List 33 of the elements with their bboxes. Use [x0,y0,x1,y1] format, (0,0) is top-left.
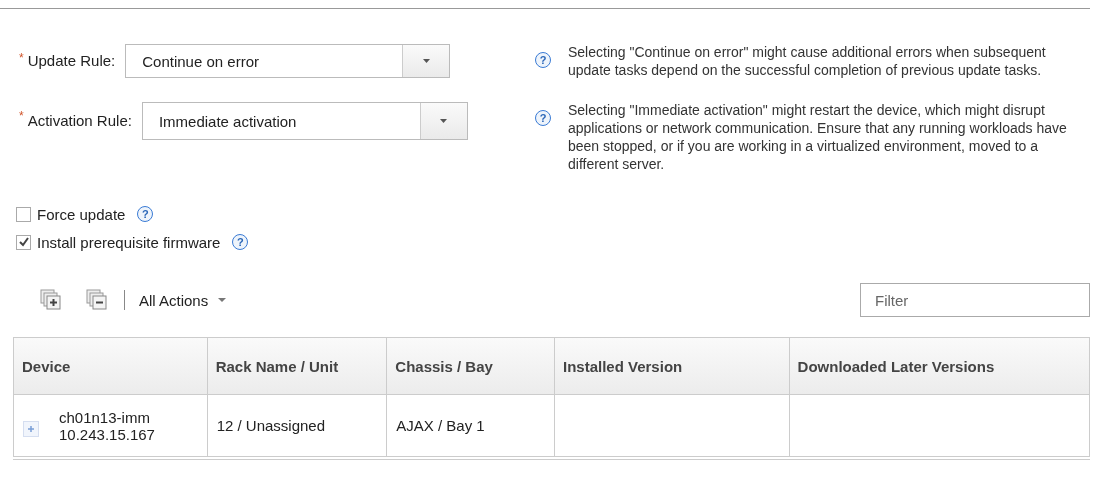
rule-dropdown[interactable]: Continue on error [125,44,451,78]
table-cell: 12 / Unassigned [216,417,326,434]
filter-field[interactable]: Filter [860,283,1090,317]
caret-icon [440,119,448,123]
required-asterisk: * [19,51,24,65]
caret-icon [422,59,430,63]
table-cell: AJAX / Bay 1 [396,417,485,434]
checkbox-label: Install prerequisite firmware [37,233,221,251]
expand-all-icon[interactable] [40,289,62,311]
checkbox-label: Force update [37,205,126,223]
column-header[interactable]: Chassis / Bay [387,338,555,394]
help-icon[interactable]: ? [535,110,551,126]
column-header[interactable]: Downloaded Later Versions [789,338,1089,394]
expand-toggle[interactable] [23,420,39,437]
column-header[interactable]: Rack Name / Unit [207,338,388,394]
collapse-all-icon[interactable] [86,289,108,311]
help-icon[interactable]: ? [232,234,249,250]
column-header[interactable]: Installed Version [555,338,790,394]
column-header[interactable]: Device [14,338,208,394]
field-label: Update Rule: [27,52,116,69]
checkbox[interactable] [16,206,31,222]
help-icon[interactable]: ? [535,52,551,68]
field-label: Activation Rule: [27,112,132,129]
help-text: Selecting "Immediate activation" might restart the device, which might disrupt applications or network communication. Ensure that any running workloads have been stopped, or if you are working in a virtualized environment, moved to a different server. [568,101,1068,173]
device-name: ch01n13-imm 10.243.15.167 [59,408,155,443]
caret-icon [218,298,227,302]
help-text: Selecting "Continue on error" might cause additional errors when subsequent update tasks depend on the successful completion of previous update tasks. [568,43,1047,79]
plus-icon [27,424,35,433]
help-icon[interactable]: ? [137,206,154,222]
rule-dropdown[interactable]: Immediate activation [141,102,468,140]
checkbox[interactable] [16,234,31,250]
all-actions-menu[interactable]: All Actions [139,291,227,309]
required-asterisk: * [19,109,24,123]
